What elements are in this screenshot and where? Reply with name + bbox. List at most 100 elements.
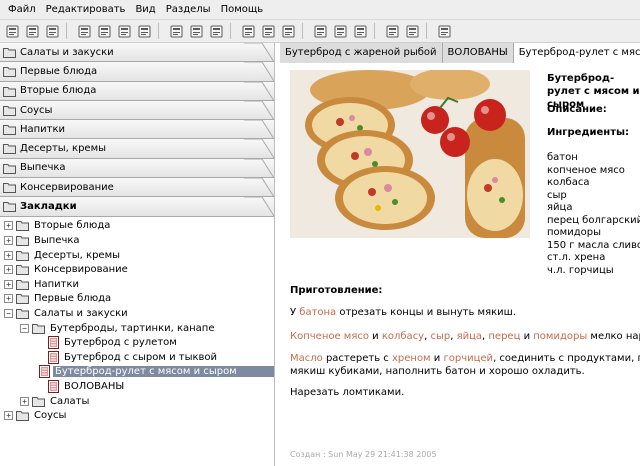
ingredient-item: копченое мясо [547, 164, 625, 176]
tree-folder[interactable]: + Первые блюда [0, 292, 274, 307]
tree-folder[interactable]: + Вторые блюда [0, 219, 274, 234]
category-label: Консервирование [20, 181, 114, 193]
expand-icon[interactable]: + [20, 396, 29, 406]
folder-icon [3, 183, 16, 194]
recipe-document: Бутерброд-рулет с мясом и сыром Описание… [280, 64, 640, 466]
category-5[interactable]: Десерты, кремы [0, 139, 274, 159]
tree-folder[interactable]: + Десерты, кремы [0, 248, 274, 263]
created-timestamp: Создан : Sun May 29 21:41:38 2005 [290, 450, 437, 459]
tree-folder[interactable]: + Соусы [0, 408, 274, 423]
copy-icon[interactable] [188, 23, 204, 39]
underline-icon[interactable] [352, 23, 368, 39]
ingredient-item: перец болгарский [547, 214, 640, 226]
ingredient-link[interactable]: батона [299, 307, 336, 318]
expand-icon[interactable]: + [4, 294, 13, 304]
edit-icon[interactable] [240, 23, 256, 39]
prep-step-1: У батона отрезать концы и вынуть мякиш. [290, 306, 516, 319]
ingredient-link[interactable]: Копченое мясо [290, 331, 369, 342]
ingredient-link[interactable]: яйца [457, 331, 482, 342]
menu-item-3[interactable]: Разделы [161, 0, 216, 20]
tree-recipe[interactable]: Бутерброд с сыром и тыквой [0, 350, 274, 365]
category-4[interactable]: Напитки [0, 120, 274, 140]
ingredient-item: помидоры [547, 227, 601, 238]
insert-icon[interactable] [280, 23, 296, 39]
category-7[interactable]: Консервирование [0, 178, 274, 198]
collapse-icon[interactable]: − [4, 309, 13, 319]
menu-item-2[interactable]: Вид [130, 0, 160, 20]
category-2[interactable]: Вторые блюда [0, 81, 274, 101]
tree-folder[interactable]: + Салаты [0, 394, 274, 409]
category-label: Выпечка [20, 162, 66, 174]
menu-item-1[interactable]: Редактировать [41, 0, 131, 20]
print-icon[interactable] [168, 23, 184, 39]
bold-icon[interactable] [312, 23, 328, 39]
tab-1[interactable]: ВОЛОВАНЫ [442, 43, 514, 63]
category-1[interactable]: Первые блюда [0, 62, 274, 82]
expand-icon[interactable]: + [4, 279, 13, 289]
category-tab-notch [244, 120, 274, 140]
italic-icon[interactable] [332, 23, 348, 39]
tree-recipe[interactable]: Бутерброд с рулетом [0, 335, 274, 350]
expand-icon[interactable]: + [4, 265, 13, 275]
category-8[interactable]: Закладки [0, 197, 274, 217]
tree-folder[interactable]: + Напитки [0, 277, 274, 292]
tree-folder[interactable]: + Консервирование [0, 262, 274, 277]
category-tab-notch [244, 62, 274, 82]
tab-2[interactable]: Бутерброд-рулет с мясом и [513, 43, 640, 63]
export-icon[interactable] [116, 23, 132, 39]
category-label: Напитки [20, 123, 66, 135]
tab-0[interactable]: Бутерброд с жареной рыбой [280, 43, 443, 63]
save-icon[interactable] [44, 23, 60, 39]
image-icon[interactable] [260, 23, 276, 39]
ingredient-link[interactable]: перец [488, 331, 520, 342]
text: отрезать концы и вынуть мякиш. [336, 307, 516, 318]
menu-item-0[interactable]: Файл [3, 0, 41, 20]
collapse-icon[interactable]: − [20, 323, 29, 333]
ingredient-item: яйца [547, 202, 573, 213]
search-icon[interactable] [136, 23, 152, 39]
folder-icon [16, 236, 29, 247]
recipe-icon [48, 336, 59, 350]
expand-icon[interactable]: + [4, 250, 13, 260]
expand-icon[interactable]: + [4, 236, 13, 246]
tree-folder[interactable]: + Выпечка [0, 233, 274, 248]
ingredient-link[interactable]: помидоры [533, 331, 587, 342]
tree-label: Салаты и закуски [34, 308, 128, 320]
tree-recipe[interactable]: ВОЛОВАНЫ [0, 379, 274, 394]
category-tab-notch [244, 100, 274, 120]
ingredient-link[interactable]: колбасу [382, 331, 424, 342]
settings-icon[interactable] [96, 23, 112, 39]
ingredient-item: ч.л. горчицы [547, 264, 614, 276]
tree-folder[interactable]: − Салаты и закуски [0, 306, 274, 321]
category-3[interactable]: Соусы [0, 100, 274, 121]
new-icon[interactable] [4, 23, 20, 39]
table-icon[interactable] [384, 23, 400, 39]
folder-icon [32, 323, 45, 334]
paste-icon[interactable] [208, 23, 224, 39]
category-6[interactable]: Выпечка [0, 158, 274, 179]
ingredient-item: ст.л. хрена [547, 252, 606, 263]
link-icon[interactable] [404, 23, 420, 39]
open-icon[interactable] [24, 23, 40, 39]
expand-icon[interactable]: + [4, 411, 13, 421]
tab-bar: Бутерброд с жареной рыбой ВОЛОВАНЫ Бутербр… [280, 43, 640, 63]
window-icon[interactable] [76, 23, 92, 39]
ingredient-link[interactable]: Масло [290, 353, 323, 364]
category-0[interactable]: Салаты и закуски [0, 43, 274, 63]
tools-icon[interactable] [436, 23, 452, 39]
menu-bar: Файл Редактировать Вид Разделы Помощь [0, 0, 640, 20]
tree-folder[interactable]: − Бутерброды, тартинки, канапе [0, 321, 274, 336]
toolbar-separator [158, 23, 164, 39]
document-panel: Бутерброд с жареной рыбой ВОЛОВАНЫ Бутербр… [280, 43, 640, 466]
menu-item-4[interactable]: Помощь [216, 0, 269, 20]
text: и [430, 353, 444, 364]
expand-icon[interactable]: + [4, 221, 13, 231]
ingredient-link[interactable]: горчицей [443, 353, 493, 364]
ingredient-link[interactable]: хреном [392, 353, 431, 364]
tree-label: Соусы [34, 410, 67, 422]
tree-recipe[interactable]: Бутерброд-рулет с мясом и сыром [0, 365, 274, 380]
sandwich-roll-image [290, 70, 530, 238]
ingredient-link[interactable]: сыр [430, 331, 450, 342]
ingredients-list: батон копченое мясо колбаса сыр яйца перец бо… [547, 152, 640, 277]
